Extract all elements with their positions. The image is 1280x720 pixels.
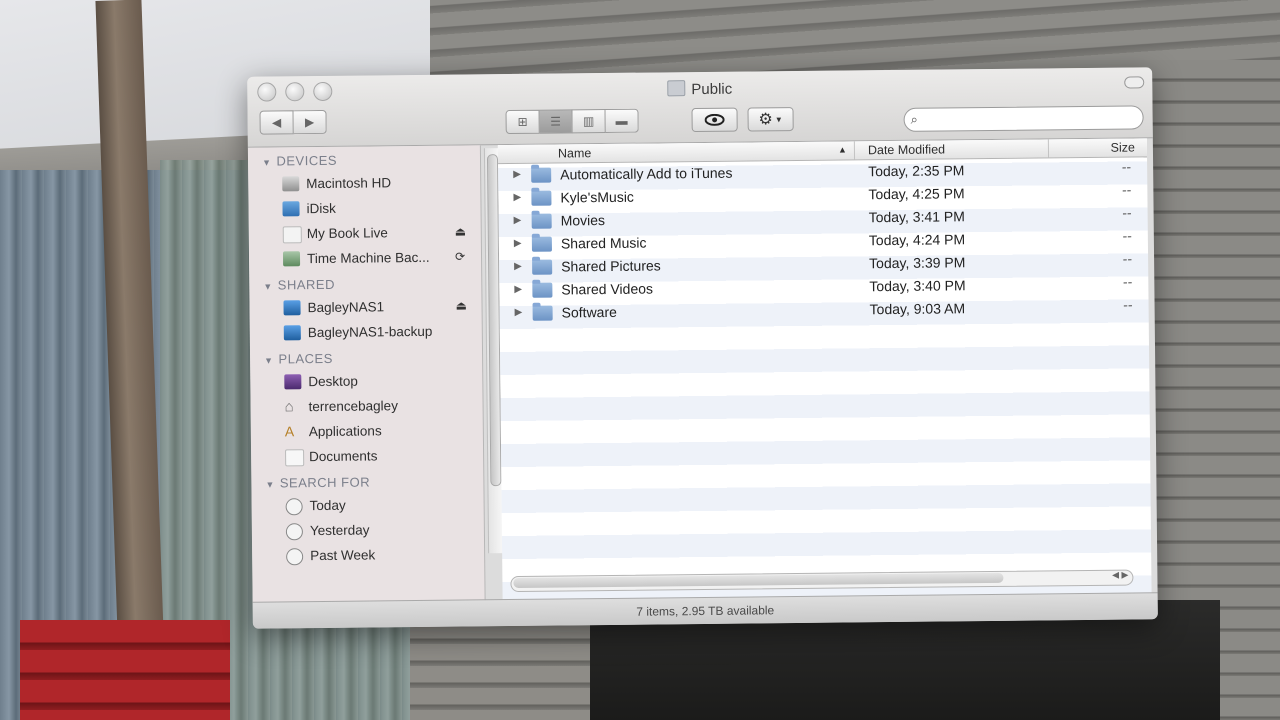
sync-icon: ⟳ (454, 249, 466, 264)
sidebar-section-search-for[interactable]: ▼ SEARCH FOR (251, 471, 483, 493)
forward-arrow-icon: ▶ (304, 115, 315, 130)
columns-icon: ▥ (582, 114, 595, 129)
red-bench (20, 620, 230, 720)
cover-flow-icon: ▬ (615, 113, 628, 128)
clock-icon (286, 548, 304, 566)
scroll-arrows-icon[interactable]: ◀ ▶ (1112, 570, 1128, 581)
quick-look-button[interactable] (691, 107, 738, 133)
folder-icon (531, 236, 552, 252)
disclosure-triangle-icon[interactable]: ▶ (514, 215, 522, 226)
window-title-text: Public (691, 80, 733, 99)
time-machine-drive-icon (282, 251, 301, 267)
back-arrow-icon: ◀ (271, 115, 282, 130)
search-input[interactable] (928, 108, 1133, 129)
disclosure-triangle-icon[interactable]: ▶ (513, 169, 521, 180)
disclosure-triangle-icon: ▼ (264, 355, 274, 366)
network-server-icon (283, 300, 301, 316)
gear-icon: ⚙ (758, 111, 773, 129)
folder-icon (531, 213, 552, 229)
sidebar-item-desktop[interactable]: Desktop (250, 367, 482, 394)
sidebar-item-yesterday[interactable]: Yesterday (252, 516, 484, 543)
disclosure-triangle-icon: ▼ (263, 281, 273, 292)
column-divider[interactable] (1047, 139, 1050, 158)
column-header-name[interactable]: Name (558, 146, 591, 160)
desktop-icon (284, 374, 302, 390)
disclosure-triangle-icon: ▼ (261, 157, 272, 168)
search-icon: ⌕ (910, 111, 918, 127)
sidebar-item-bagleynas1-backup[interactable]: BagleyNAS1-backup (250, 318, 482, 345)
sidebar-section-shared[interactable]: ▼ SHARED (249, 273, 481, 295)
finder-toolbar: Public ◀ ▶ ⊞ ☰ ▥ ▬ ⚙ ▼ ⌕ (247, 67, 1153, 148)
folder-icon (532, 259, 553, 275)
documents-icon (285, 449, 305, 467)
folder-icon (531, 190, 552, 206)
list-view-button[interactable]: ☰ (539, 109, 573, 134)
forward-button[interactable]: ▶ (293, 109, 327, 135)
disclosure-triangle-icon[interactable]: ▶ (514, 261, 522, 272)
sidebar-item-applications[interactable]: A Applications (251, 417, 483, 444)
disclosure-triangle-icon[interactable]: ▶ (514, 284, 522, 295)
home-icon: ⌂ (284, 398, 294, 416)
window-title: Public (247, 75, 1152, 102)
search-field[interactable]: ⌕ (903, 105, 1144, 132)
sidebar-section-devices[interactable]: ▼ DEVICES (248, 149, 480, 171)
sidebar-item-past-week[interactable]: Past Week (252, 541, 484, 568)
column-divider[interactable] (853, 141, 856, 160)
applications-icon: A (284, 423, 295, 440)
sidebar-item-macintosh-hd[interactable]: Macintosh HD (248, 169, 480, 196)
sidebar-item-home[interactable]: ⌂ terrencebagley (250, 392, 482, 419)
nav-buttons: ◀ ▶ (259, 109, 327, 135)
toolbar-toggle-button[interactable] (1124, 76, 1145, 89)
grid-icon: ⊞ (517, 114, 528, 129)
idisk-icon (282, 201, 300, 217)
action-menu-button[interactable]: ⚙ ▼ (747, 107, 794, 132)
finder-window: Public ◀ ▶ ⊞ ☰ ▥ ▬ ⚙ ▼ ⌕ ▼ DEVICES Macinto… (247, 67, 1158, 629)
folder-icon (667, 80, 686, 97)
sidebar-item-my-book-live[interactable]: My Book Live ⏏ (249, 219, 481, 246)
icon-view-button[interactable]: ⊞ (505, 109, 540, 135)
file-list: Name ▲ Date Modified Size ▶ Automatically… (497, 138, 1152, 601)
cover-flow-button[interactable]: ▬ (605, 108, 639, 134)
column-header-size[interactable]: Size (1111, 140, 1135, 154)
folder-icon (531, 167, 552, 183)
disclosure-triangle-icon: ▼ (265, 479, 275, 490)
eject-icon[interactable]: ⏏ (455, 293, 467, 318)
eject-icon[interactable]: ⏏ (455, 219, 467, 244)
back-button[interactable]: ◀ (259, 110, 294, 135)
disclosure-triangle-icon[interactable]: ▶ (513, 192, 521, 203)
hard-drive-icon (282, 176, 300, 192)
external-drive-icon (282, 226, 302, 244)
sidebar-section-places[interactable]: ▼ PLACES (250, 347, 482, 369)
view-mode-buttons: ⊞ ☰ ▥ ▬ (505, 108, 639, 135)
network-server-icon (283, 325, 301, 341)
sidebar-item-today[interactable]: Today (252, 491, 484, 518)
status-text: 7 items, 2.95 TB available (636, 603, 775, 619)
sidebar-item-idisk[interactable]: iDisk (248, 194, 480, 221)
disclosure-triangle-icon[interactable]: ▶ (514, 238, 522, 249)
clock-icon (285, 523, 303, 541)
clock-icon (285, 498, 303, 516)
eye-icon (704, 113, 725, 126)
column-header-date-modified[interactable]: Date Modified (868, 142, 945, 157)
folder-icon (532, 305, 553, 321)
chevron-down-icon: ▼ (774, 114, 783, 124)
scrollbar-thumb[interactable] (513, 572, 1004, 588)
sidebar-item-bagleynas1[interactable]: BagleyNAS1 ⏏ (249, 293, 481, 320)
sort-ascending-icon: ▲ (837, 144, 847, 155)
column-view-button[interactable]: ▥ (572, 109, 606, 134)
sidebar-item-time-machine[interactable]: Time Machine Bac... ⟳ (249, 244, 481, 271)
sidebar: ▼ DEVICES Macintosh HD iDisk My Book Live… (247, 145, 486, 603)
sidebar-item-documents[interactable]: Documents (251, 442, 483, 469)
list-icon: ☰ (550, 114, 562, 129)
disclosure-triangle-icon[interactable]: ▶ (515, 307, 523, 318)
folder-icon (532, 282, 553, 298)
